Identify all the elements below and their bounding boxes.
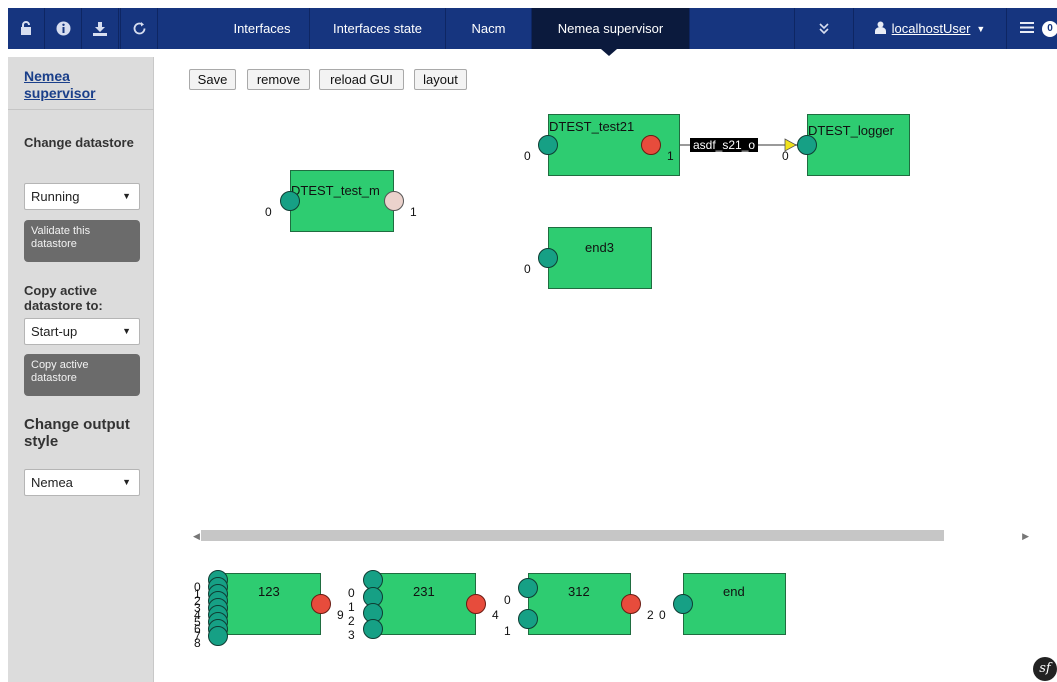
port-label: 0 <box>659 608 666 622</box>
horizontal-scrollbar[interactable]: ◀ ▶ <box>193 529 1029 543</box>
output-port[interactable] <box>311 594 331 614</box>
port-label: 0 <box>265 205 272 219</box>
output-port[interactable] <box>384 191 404 211</box>
module-dtest-logger[interactable]: DTEST_logger <box>807 114 910 176</box>
port-label: 1 <box>410 205 417 219</box>
port-label: 3 <box>348 628 355 642</box>
port-label: 4 <box>492 608 499 622</box>
output-port[interactable] <box>641 135 661 155</box>
port-label: 0 <box>348 586 355 600</box>
module-title: 312 <box>568 584 590 599</box>
scroll-right-icon[interactable]: ▶ <box>1022 529 1029 543</box>
input-port[interactable] <box>673 594 693 614</box>
module-end[interactable]: end <box>683 573 786 635</box>
module-dtest-test-m[interactable]: DTEST_test_m <box>290 170 394 232</box>
module-end3[interactable]: end3 <box>548 227 652 289</box>
module-title: 123 <box>258 584 280 599</box>
port-label: 2 <box>647 608 654 622</box>
input-port[interactable] <box>518 609 538 629</box>
input-port[interactable] <box>363 619 383 639</box>
port-label: 0 <box>524 262 531 276</box>
module-123[interactable]: 123 <box>218 573 321 635</box>
input-port[interactable] <box>538 135 558 155</box>
port-label: 1 <box>667 149 674 163</box>
output-port[interactable] <box>621 594 641 614</box>
scrollbar-thumb[interactable] <box>201 530 944 541</box>
app-root: Interfaces Interfaces state Nacm Nemea s… <box>0 0 1057 682</box>
port-label: 0 <box>524 149 531 163</box>
input-port[interactable] <box>280 191 300 211</box>
module-title: end3 <box>585 240 614 255</box>
module-312[interactable]: 312 <box>528 573 631 635</box>
module-title: end <box>723 584 745 599</box>
port-label: 0 <box>504 593 511 607</box>
module-title: DTEST_test_m <box>291 183 380 198</box>
output-port[interactable] <box>466 594 486 614</box>
symfony-logo[interactable]: sf <box>1033 657 1057 681</box>
scroll-left-icon[interactable]: ◀ <box>193 529 200 543</box>
port-label: 9 <box>337 608 344 622</box>
input-port[interactable] <box>208 626 228 646</box>
port-label: 1 <box>348 600 355 614</box>
module-231[interactable]: 231 <box>373 573 476 635</box>
port-label: 2 <box>348 614 355 628</box>
port-label: 0 <box>782 149 789 163</box>
input-port[interactable] <box>797 135 817 155</box>
module-title: DTEST_logger <box>808 123 894 138</box>
connection-label: asdf_s21_o <box>690 138 759 152</box>
port-label: 8 <box>194 636 201 650</box>
input-port[interactable] <box>518 578 538 598</box>
module-title: DTEST_test21 <box>549 119 635 134</box>
module-title: 231 <box>413 584 435 599</box>
port-label: 1 <box>504 624 511 638</box>
input-port[interactable] <box>538 248 558 268</box>
